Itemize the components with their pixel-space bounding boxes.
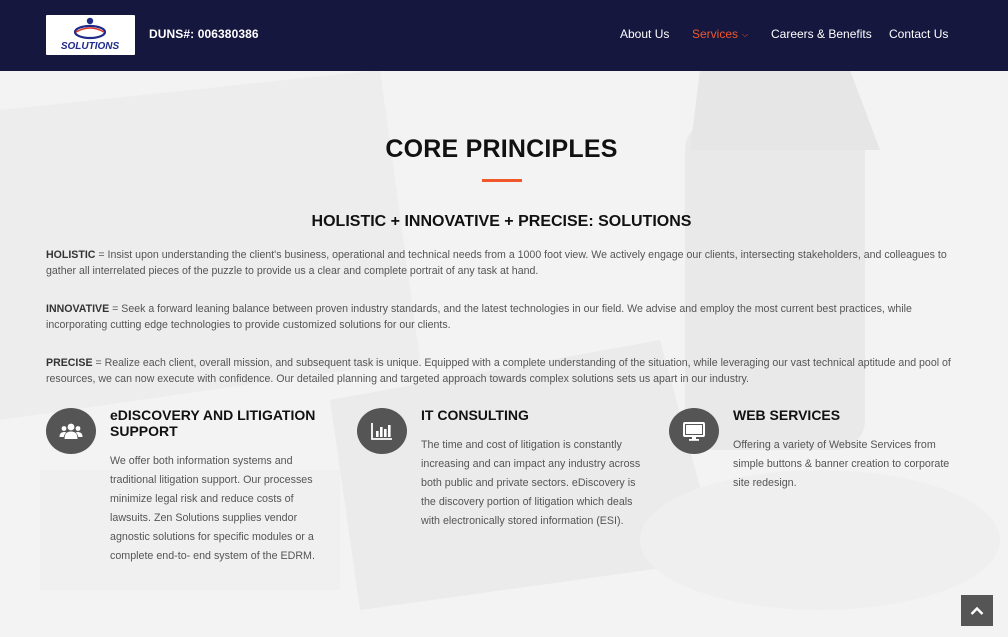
principle-term: HOLISTIC: [46, 249, 96, 261]
duns-number: DUNS#: 006380386: [149, 27, 259, 41]
principle-holistic: HOLISTIC = Insist upon understanding the…: [46, 248, 956, 279]
service-title: IT CONSULTING: [421, 407, 529, 423]
principle-term: INNOVATIVE: [46, 303, 110, 315]
chevron-down-icon: ⌵: [742, 30, 749, 39]
service-title: eDISCOVERY AND LITIGATION SUPPORT: [110, 407, 316, 439]
nav-about-us[interactable]: About Us: [620, 27, 669, 41]
bar-chart-icon: [357, 408, 407, 454]
principle-text: = Realize each client, overall mission, …: [46, 357, 951, 385]
chevron-up-icon: [970, 606, 984, 615]
nav-careers-benefits[interactable]: Careers & Benefits: [771, 27, 872, 41]
service-description: Offering a variety of Website Services f…: [733, 439, 950, 489]
section-subtitle: HOLISTIC + INNOVATIVE + PRECISE: SOLUTIO…: [311, 213, 692, 230]
principle-innovative: INNOVATIVE = Seek a forward leaning bala…: [46, 302, 956, 333]
service-description: We offer both information systems and tr…: [110, 455, 315, 562]
site-header: SOLUTIONS DUNS#: 006380386 About Us Serv…: [0, 0, 1008, 71]
nav-services-label: Services: [692, 27, 739, 41]
service-description: The time and cost of litigation is const…: [421, 439, 641, 527]
nav-services[interactable]: Services ⌵: [692, 27, 748, 41]
logo[interactable]: SOLUTIONS: [46, 15, 135, 55]
logo-text: SOLUTIONS: [61, 41, 120, 52]
nav-contact-us[interactable]: Contact Us: [889, 27, 948, 41]
principle-text: = Seek a forward leaning balance between…: [46, 303, 912, 331]
title-divider: [482, 179, 522, 182]
principle-precise: PRECISE = Realize each client, overall m…: [46, 356, 956, 387]
core-principles-section: CORE PRINCIPLES HOLISTIC + INNOVATIVE + …: [0, 71, 1008, 637]
scroll-to-top-button[interactable]: [961, 595, 993, 626]
service-title: WEB SERVICES: [733, 407, 841, 423]
page-title: CORE PRINCIPLES: [385, 135, 618, 163]
users-icon: [46, 408, 96, 454]
principle-term: PRECISE: [46, 357, 93, 369]
monitor-icon: [669, 408, 719, 454]
principle-text: = Insist upon understanding the client's…: [46, 249, 947, 277]
